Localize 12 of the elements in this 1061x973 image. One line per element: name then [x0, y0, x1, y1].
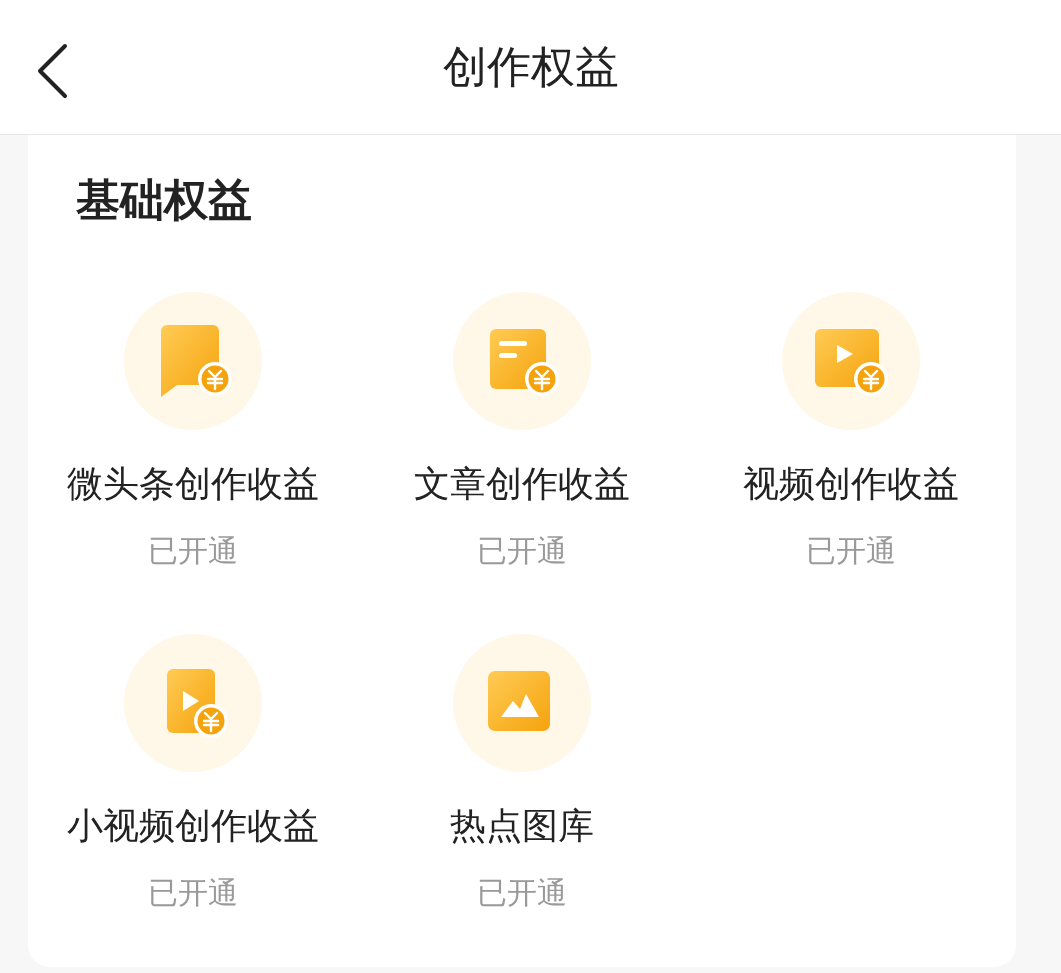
status-text: 已开通: [477, 874, 567, 912]
page-title: 创作权益: [442, 39, 619, 94]
section-title: 基础权益: [76, 173, 253, 227]
status-text: 已开通: [147, 532, 238, 570]
status-text: 已开通: [477, 532, 567, 570]
benefit-label: 小视频创作收益: [66, 804, 319, 848]
status-text: 已开通: [806, 532, 897, 570]
benefit-label: 热点图库: [450, 804, 594, 848]
benefit-label: 微头条创作收益: [66, 462, 319, 506]
benefit-label: 视频创作收益: [743, 462, 960, 506]
benefit-label: 文章创作收益: [414, 462, 630, 506]
status-text: 已开通: [147, 874, 238, 912]
